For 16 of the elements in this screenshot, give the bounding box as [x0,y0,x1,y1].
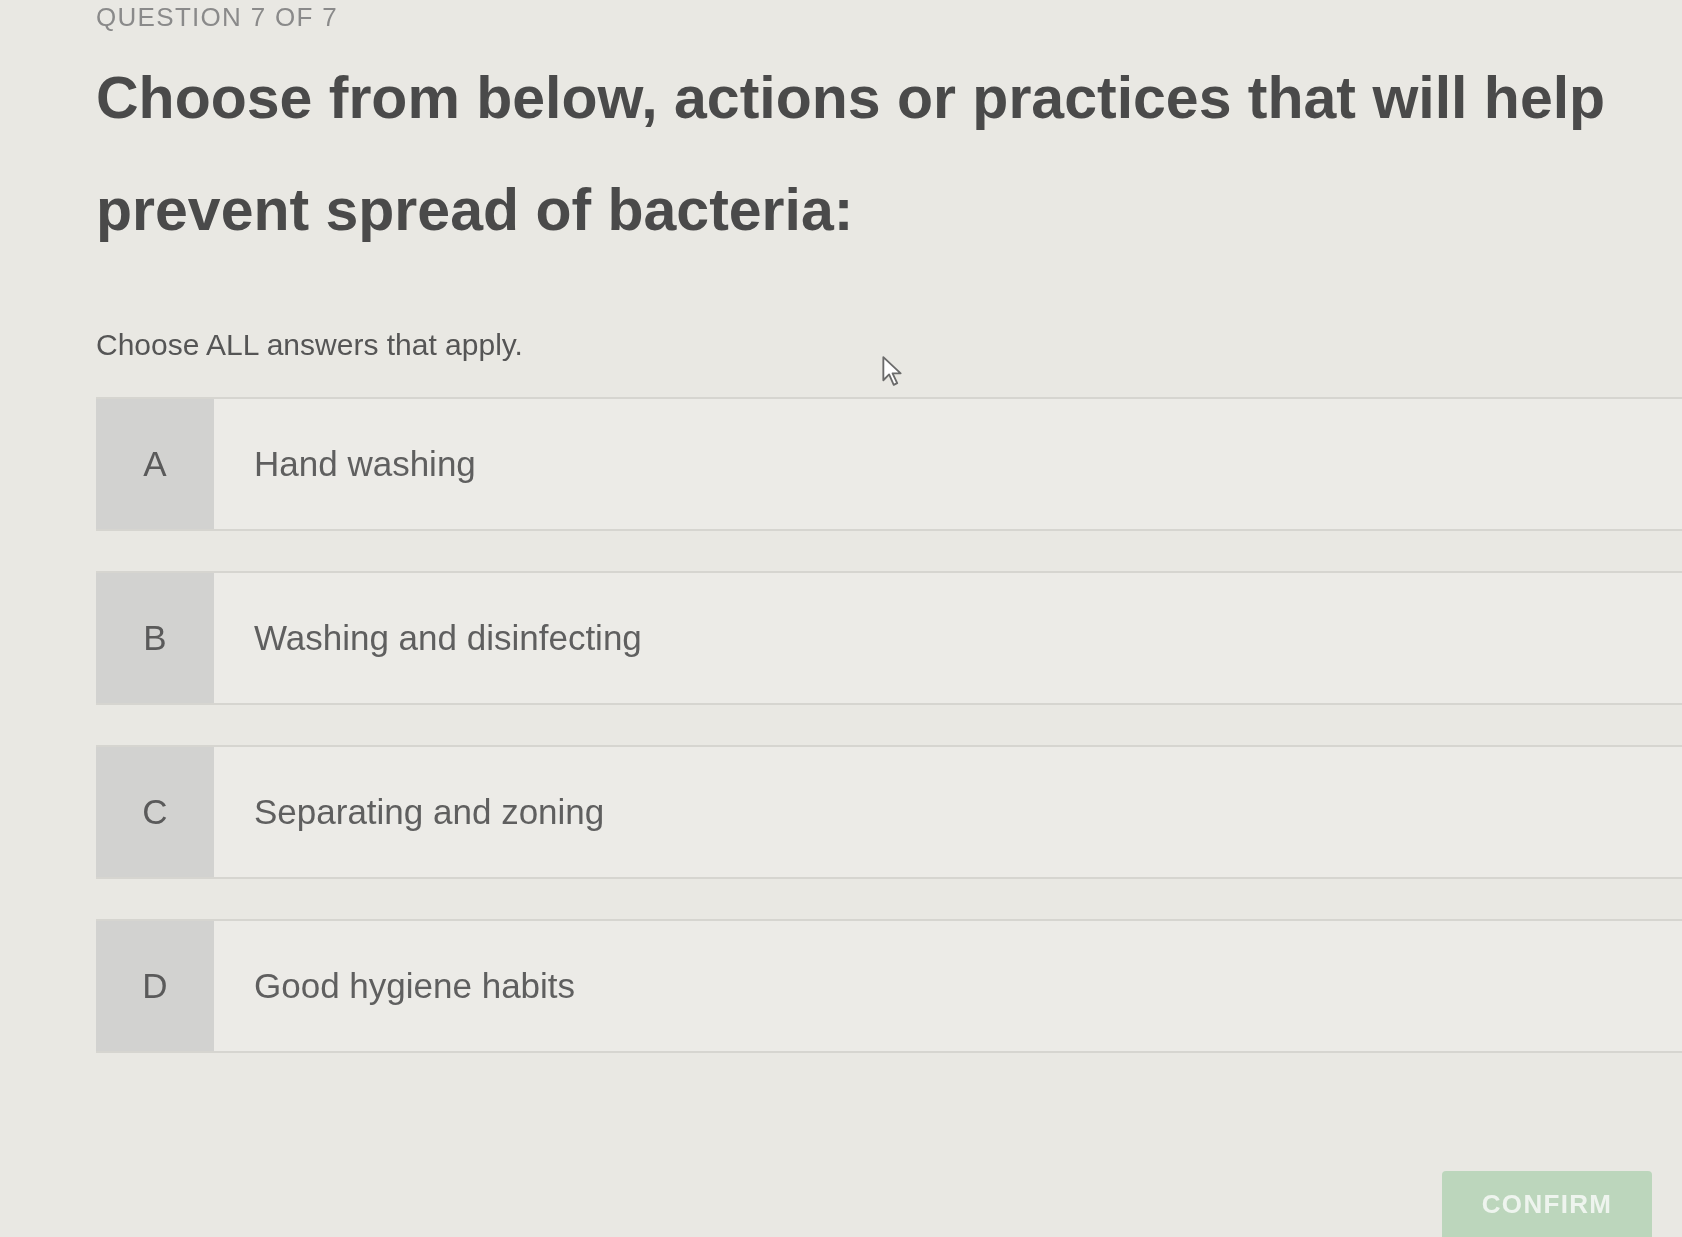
mouse-pointer-icon [882,356,902,386]
instruction-text: Choose ALL answers that apply. [96,327,523,363]
option-label: Good hygiene habits [253,964,576,1007]
option-letter: C [96,747,214,877]
option-label: Separating and zoning [253,790,605,833]
option-label: Washing and disinfecting [253,616,642,659]
option-label: Hand washing [253,442,476,485]
answer-option[interactable]: B Washing and disinfecting [96,571,1682,705]
answer-option[interactable]: C Separating and zoning [96,745,1682,879]
answer-option[interactable]: A Hand washing [96,397,1682,531]
answer-option[interactable]: D Good hygiene habits [96,919,1682,1053]
option-letter: B [96,573,214,703]
option-letter: D [96,921,214,1051]
question-counter: QUESTION 7 OF 7 [96,2,338,32]
option-letter: A [96,399,214,529]
question-title: Choose from below, actions or practices that will help prevent spread of bacteria: [96,64,1607,245]
